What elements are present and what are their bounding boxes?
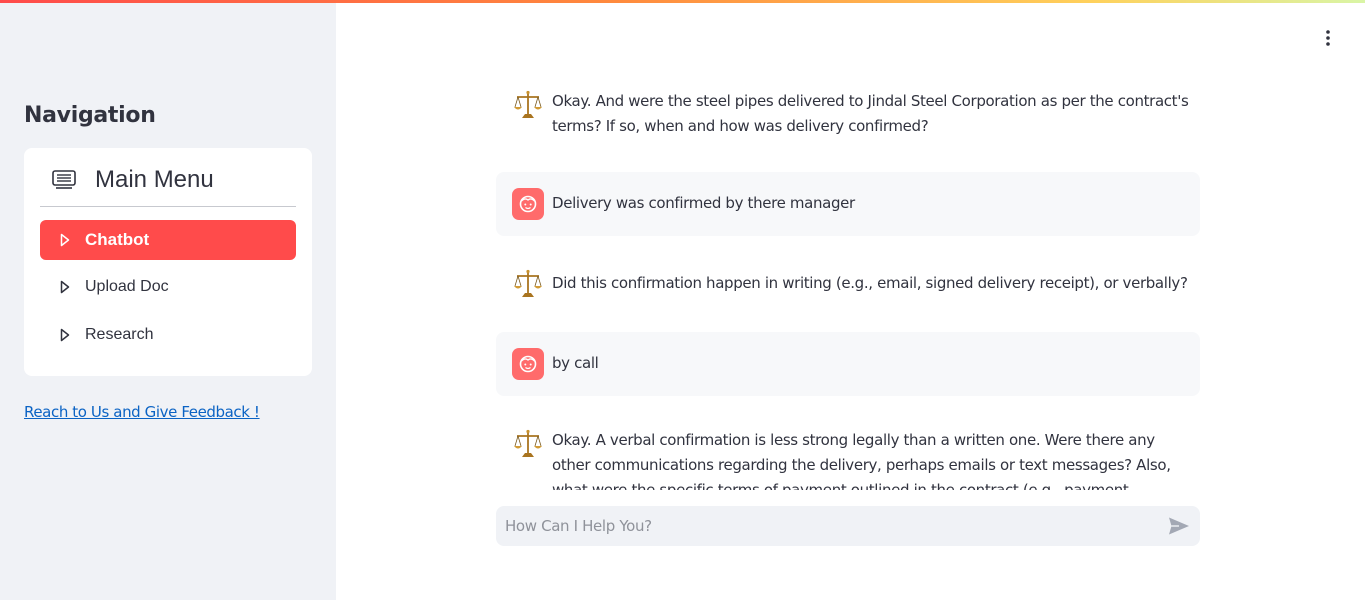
user-message: by call — [496, 332, 1200, 396]
message-text: by call — [552, 354, 599, 372]
message-text: Okay. And were the steel pipes delivered… — [552, 92, 1189, 135]
sidebar-item-label: Chatbot — [85, 230, 150, 249]
message-text: Did this confirmation happen in writing … — [552, 274, 1188, 292]
message-text: Okay. A verbal confirmation is less stro… — [552, 431, 1171, 490]
chat-input[interactable] — [496, 506, 1156, 546]
user-message: Delivery was confirmed by there manager — [496, 172, 1200, 236]
sidebar-item-chatbot[interactable]: Chatbot — [40, 220, 296, 260]
user-face-icon — [512, 348, 544, 380]
play-caret-icon — [60, 328, 70, 342]
sidebar-title: Navigation — [24, 103, 156, 128]
user-face-icon — [512, 188, 544, 220]
sidebar-item-upload-doc[interactable]: Upload Doc — [40, 267, 296, 307]
play-caret-icon — [60, 233, 70, 247]
main-menu-title: Main Menu — [95, 166, 214, 193]
scales-of-justice-icon — [512, 428, 544, 460]
scales-of-justice-icon — [512, 268, 544, 300]
sidebar-item-label: Upload Doc — [85, 278, 169, 295]
chat-history[interactable]: Okay. And were the steel pipes delivered… — [496, 75, 1200, 490]
sidebar-item-research[interactable]: Research — [40, 315, 296, 355]
sidebar: Navigation Main Menu Chatbot Upload Doc … — [0, 3, 336, 600]
main-menu: Main Menu Chatbot Upload Doc Research — [24, 148, 312, 376]
assistant-message: Did this confirmation happen in writing … — [496, 252, 1200, 316]
scales-of-justice-icon — [512, 89, 544, 121]
main-menu-header: Main Menu — [40, 148, 296, 207]
assistant-message: Okay. And were the steel pipes delivered… — [496, 75, 1200, 155]
play-caret-icon — [60, 280, 70, 294]
send-icon[interactable] — [1168, 516, 1190, 536]
sidebar-item-label: Research — [85, 326, 154, 343]
message-text: Delivery was confirmed by there manager — [552, 194, 855, 212]
feedback-link[interactable]: Reach to Us and Give Feedback ! — [24, 403, 260, 421]
assistant-message: Okay. A verbal confirmation is less stro… — [496, 412, 1200, 490]
chat-input-bar — [496, 506, 1200, 546]
list-icon — [52, 170, 76, 190]
kebab-menu-icon[interactable] — [1318, 28, 1338, 48]
